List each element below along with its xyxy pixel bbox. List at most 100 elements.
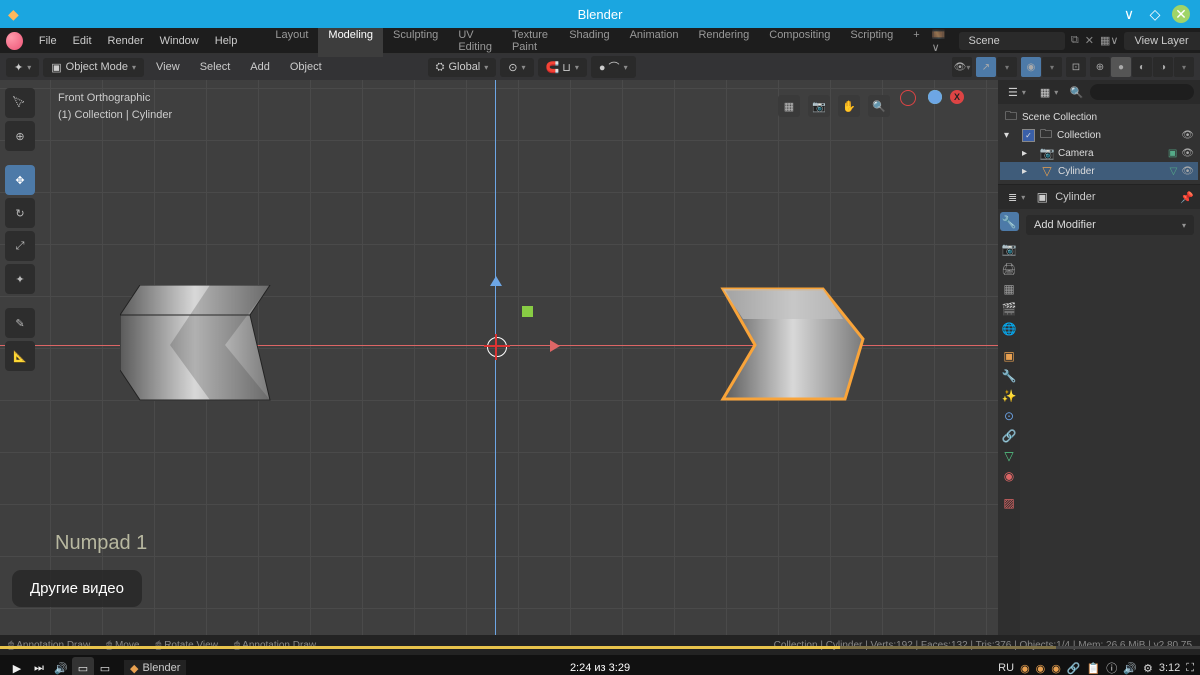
tool-cursor[interactable]: ⊕ <box>5 121 35 151</box>
collection-checkbox[interactable]: ✓ <box>1022 129 1035 142</box>
scene-selector[interactable]: Scene <box>959 32 1065 50</box>
mesh-data-icon[interactable]: ▽ <box>1170 166 1178 177</box>
tool-measure[interactable]: 📐 <box>5 341 35 371</box>
workspace-texture-paint[interactable]: Texture Paint <box>502 25 559 57</box>
tab-output[interactable]: 🖨 <box>1000 259 1019 278</box>
tab-object[interactable]: ▣ <box>1000 346 1019 365</box>
menu-edit[interactable]: Edit <box>65 32 100 50</box>
tray-icon-3[interactable]: ◉ <box>1051 662 1061 675</box>
pivot-selector[interactable]: ⊙▾ <box>500 58 533 77</box>
tool-select[interactable] <box>5 88 35 118</box>
app-logo-icon[interactable] <box>6 32 23 50</box>
gizmo-z-arrow[interactable] <box>490 270 502 286</box>
tab-mesh[interactable]: ▽ <box>1000 446 1019 465</box>
scene-copy-icon[interactable]: ⧉ <box>1071 34 1079 47</box>
visibility-icon[interactable]: 👁▾ <box>952 57 972 77</box>
tab-modifiers[interactable]: 🔧 <box>1000 212 1019 231</box>
workspace-layout[interactable]: Layout <box>265 25 318 57</box>
outliner-scene-collection[interactable]: 🗀 Scene Collection <box>1000 108 1198 126</box>
gizmo-x-arrow[interactable] <box>550 340 566 352</box>
render-icon[interactable]: ▣ <box>1168 148 1177 159</box>
gizmo-neg-z-handle[interactable] <box>928 90 942 104</box>
workspace-animation[interactable]: Animation <box>620 25 689 57</box>
settings-icon[interactable]: ⚙ <box>1143 662 1153 675</box>
tab-world[interactable]: 🌐 <box>1000 319 1019 338</box>
mode-selector[interactable]: ▣ Object Mode ▾ <box>43 58 144 77</box>
menu-render[interactable]: Render <box>100 32 152 50</box>
shading-dropdown[interactable]: ▾ <box>1174 57 1194 77</box>
gizmo-neg-x-handle[interactable] <box>900 90 916 106</box>
taskbar-item-1[interactable]: ▭ <box>72 657 94 675</box>
outliner-collection[interactable]: ▾ ✓ 🗀 Collection 👁 <box>1000 126 1198 144</box>
workspace-modeling[interactable]: Modeling <box>318 25 383 57</box>
workspace-sculpting[interactable]: Sculpting <box>383 25 448 57</box>
layer-browse-icon[interactable]: ▦∨ <box>1100 34 1118 47</box>
orientation-selector[interactable]: ⛭ Global ▾ <box>428 58 497 77</box>
nav-grid-icon[interactable]: ▦ <box>778 95 800 117</box>
tab-texture[interactable]: ▨ <box>1000 493 1019 512</box>
maximize-icon[interactable]: ◇ <box>1146 5 1164 23</box>
next-icon[interactable]: ⏭ <box>28 657 50 675</box>
proportional-edit[interactable]: ● ⌒▾ <box>591 56 636 78</box>
eye-icon[interactable]: 👁 <box>1181 166 1194 177</box>
outliner-tree[interactable]: 🗀 Scene Collection ▾ ✓ 🗀 Collection 👁 ▸ … <box>998 104 1200 184</box>
workspace-uv-editing[interactable]: UV Editing <box>448 25 502 57</box>
menu-help[interactable]: Help <box>207 32 246 50</box>
tool-move[interactable]: ✥ <box>5 165 35 195</box>
workspace-rendering[interactable]: Rendering <box>688 25 759 57</box>
tool-rotate[interactable]: ↻ <box>5 198 35 228</box>
close-icon[interactable]: ✕ <box>1172 5 1190 23</box>
tab-constraints[interactable]: 🔗 <box>1000 426 1019 445</box>
tab-physics[interactable]: ⊙ <box>1000 406 1019 425</box>
outliner-search-input[interactable] <box>1090 84 1194 100</box>
sound-icon[interactable]: 🔊 <box>1123 662 1137 675</box>
shading-wireframe[interactable]: ⊕ <box>1090 57 1110 77</box>
nav-camera-icon[interactable]: 📷 <box>808 95 830 117</box>
tab-modifier[interactable]: 🔧 <box>1000 366 1019 385</box>
overlay-toggle[interactable]: ◉ <box>1021 57 1041 77</box>
tool-annotate[interactable]: ✎ <box>5 308 35 338</box>
header-view[interactable]: View <box>148 58 188 76</box>
shading-lookdev[interactable]: ◐ <box>1132 57 1152 77</box>
tray-icon-2[interactable]: ◉ <box>1036 662 1046 675</box>
snap-toggle[interactable]: 🧲 ⊔▾ <box>538 58 587 77</box>
nav-zoom-icon[interactable]: 🔍 <box>868 95 890 117</box>
header-add[interactable]: Add <box>242 58 278 76</box>
viewlayer-selector[interactable]: View Layer <box>1124 32 1200 50</box>
outliner-display-mode[interactable]: ▦▾ <box>1036 84 1062 101</box>
volume-icon[interactable]: 🔊 <box>50 657 72 675</box>
other-videos-button[interactable]: Другие видео <box>12 570 142 607</box>
tab-particles[interactable]: ✨ <box>1000 386 1019 405</box>
outliner-item-camera[interactable]: ▸ 📷 Camera ▣ 👁 <box>1000 144 1198 162</box>
language-indicator[interactable]: RU <box>998 662 1014 674</box>
menu-file[interactable]: File <box>31 32 65 50</box>
pin-icon[interactable]: 📌 <box>1180 191 1194 204</box>
outliner-editor-selector[interactable]: ☰▾ <box>1004 84 1030 101</box>
gizmo-xy-handle[interactable] <box>522 306 533 317</box>
workspace-add[interactable]: + <box>903 25 929 57</box>
scene-delete-icon[interactable]: ✕ <box>1085 34 1094 47</box>
overlay-dropdown[interactable]: ▾ <box>1042 57 1062 77</box>
clipboard-icon[interactable]: 📋 <box>1087 662 1101 675</box>
workspace-shading[interactable]: Shading <box>559 25 619 57</box>
tool-scale[interactable]: ⤢ <box>5 231 35 261</box>
outliner-item-cylinder[interactable]: ▸ ▽ Cylinder ▽ 👁 <box>1000 162 1198 180</box>
minimize-icon[interactable]: ∨ <box>1120 5 1138 23</box>
tab-viewlayer[interactable]: ▦ <box>1000 279 1019 298</box>
properties-editor-selector[interactable]: ≣▾ <box>1004 189 1029 206</box>
video-progress-bar[interactable] <box>0 646 1200 649</box>
taskbar-item-2[interactable]: ▭ <box>94 657 116 675</box>
info-icon[interactable]: ⓘ <box>1106 660 1117 675</box>
link-icon[interactable]: 🔗 <box>1067 662 1081 675</box>
workspace-scripting[interactable]: Scripting <box>840 25 903 57</box>
workspace-compositing[interactable]: Compositing <box>759 25 840 57</box>
scene-browse-icon[interactable]: 🎞️∨ <box>932 28 953 54</box>
fullscreen-icon[interactable]: ⛶ <box>1186 662 1194 675</box>
nav-hand-icon[interactable]: ✋ <box>838 95 860 117</box>
header-select[interactable]: Select <box>192 58 239 76</box>
editor-type-selector[interactable]: ✦▾ <box>6 58 39 77</box>
shading-rendered[interactable]: ◑ <box>1153 57 1173 77</box>
tray-icon-1[interactable]: ◉ <box>1020 662 1030 675</box>
tab-material[interactable]: ◉ <box>1000 466 1019 485</box>
tab-scene[interactable]: 🎬 <box>1000 299 1019 318</box>
